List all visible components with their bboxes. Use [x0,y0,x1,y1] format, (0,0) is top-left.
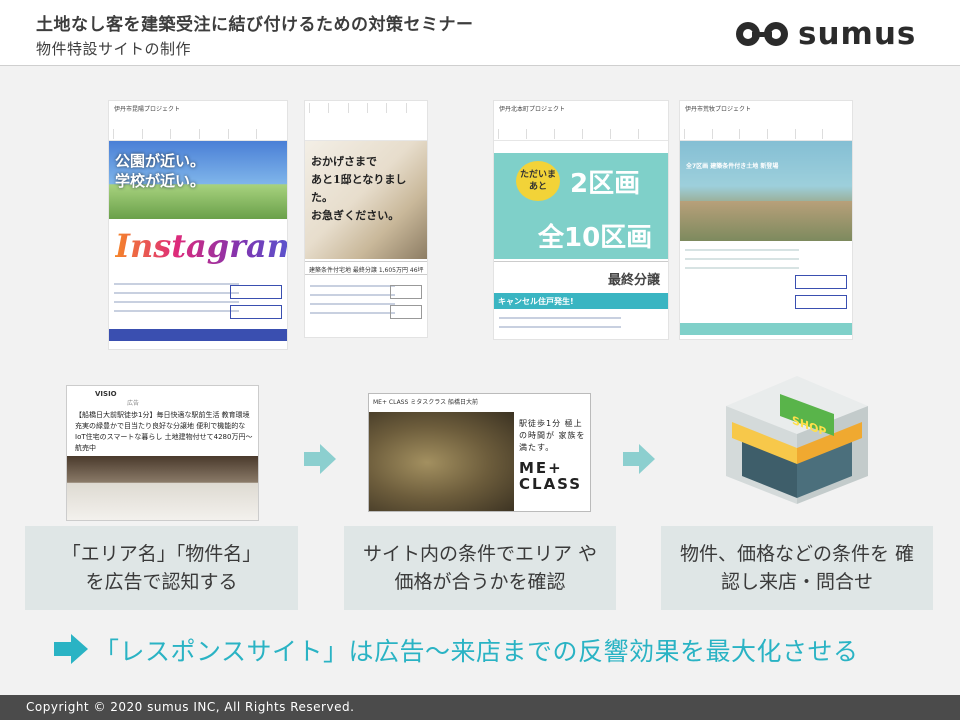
ad-interior-photo [67,456,258,520]
tagline: 「レスポンスサイト」は広告～来店までの反響効果を最大化させる [94,637,859,666]
step-1-caption: 「エリア名」「物件名」 を広告で認知する [25,526,298,610]
hero-line-2: あと1邸となりました。 [311,173,407,204]
thumbnail-big-text-2: 全10区画 [538,223,653,253]
thumbnail-news-list [499,317,621,335]
thumbnail-side-button [390,285,422,299]
ad-body-text: 【船橋日大前駅徒歩1分】毎日快適な駅前生活 教育環境充実の緑豊かで目当たり良好な… [75,411,253,452]
site-thumbnail-2: おかげさまで あと1邸となりました。 お急ぎください。 建築条件付宅地 最終分譲… [304,100,428,338]
sumus-logo: sumus [734,14,934,54]
hero-line-2: 学校が近い。 [115,172,206,190]
tagline-arrow-icon [54,634,88,664]
shop-icon: SHOP [726,376,868,504]
thumbnail-final-text: 最終分譲 [607,273,660,288]
thumbnail-header: 伊丹市荒牧プロジェクト [680,101,852,141]
logo-wordmark: sumus [798,16,917,52]
caption-text: サイト内の条件でエリア や価格が合うかを確認 [362,543,598,593]
site-thumbnail-4: 伊丹市荒牧プロジェクト 全7区画 建築条件付き土地 新登場 [679,100,853,340]
thumbnail-big-text-1: 2区画 [570,169,641,199]
hero-line-3: お急ぎください。 [311,209,400,222]
ad-image-visio: VISIO 広告 【船橋日大前駅徒歩1分】毎日快適な駅前生活 教育環境充実の緑豊… [66,385,259,521]
thumbnail-header: 伊丹市昆陽プロジェクト [109,101,287,141]
site-thumbnail-3: 伊丹北本町プロジェクト ただいまあと 2区画 全10区画 最終分譲 キャンセル住… [493,100,669,340]
thumbnail-header: 伊丹北本町プロジェクト [494,101,668,141]
thumbnail-side-button [795,275,847,289]
step-3-caption: 物件、価格などの条件を 確認し来店・問合せ [661,526,933,610]
slide-footer: Copyright © 2020 sumus INC, All Rights R… [0,695,960,720]
thumbnail-overlay-text: 全7区画 建築条件付き土地 新登場 [686,163,779,170]
ad-brand-sub: 広告 [127,400,140,407]
thumbnail-hero-overlay [680,141,852,201]
ad-header-bar: ME+ CLASS ミタスクラス 船橋日大前 [369,394,590,412]
ad-lifestyle-photo [369,412,514,511]
caption-text: 物件、価格などの条件を 確認し来店・問合せ [679,543,915,593]
ad-image-meclass: ME+ CLASS ミタスクラス 船橋日大前 駅徒歩1分 極上の時間が 家族を満… [368,393,591,512]
thumbnail-nav [680,129,852,141]
thumbnail-nav [494,129,668,141]
ad-logo: ME+ CLASS ミタスクラス 船橋日大前 [373,399,478,406]
ad-copy-text: 駅徒歩1分 極上の時間が 家族を満たす。 [519,419,586,452]
hero-line-1: おかげさまで [311,155,377,168]
caption-text: 「エリア名」「物件名」 を広告で認知する [61,543,262,593]
step-2-caption: サイト内の条件でエリア や価格が合うかを確認 [344,526,616,610]
arrow-right-icon [304,444,336,474]
copyright-text: Copyright © 2020 sumus INC, All Rights R… [26,700,355,714]
slide-subtitle: 物件特設サイトの制作 [36,40,192,58]
instagram-banner: Instagram [109,219,287,275]
thumbnail-nav [305,103,427,115]
thumbnail-footer-bar [109,329,287,341]
thumbnail-side-button [390,305,422,319]
slide-header: 土地なし客を建築受注に結び付けるための対策セミナー 物件特設サイトの制作 sum… [0,0,960,66]
thumbnail-site-title: 伊丹市荒牧プロジェクト [685,106,752,113]
thumbnail-site-title: 伊丹市昆陽プロジェクト [114,106,181,113]
thumbnail-news-list [114,283,239,319]
site-thumbnail-1: 伊丹市昆陽プロジェクト 公園が近い。 学校が近い。 Instagram [108,100,288,350]
thumbnail-cancel-banner: キャンセル住戸発生! [494,293,668,309]
thumbnail-yellow-badge: ただいまあと [516,161,560,201]
instagram-wordmark: Instagram [115,227,287,265]
thumbnail-price-band: 建築条件付宅地 最終分譲 1,605万円 46坪 [305,261,427,275]
thumbnail-side-button [230,305,282,319]
thumbnail-nav [109,129,287,141]
thumbnail-footer-bar [680,323,852,335]
arrow-right-icon [623,444,655,474]
sumus-logo-icon [736,22,788,46]
thumbnail-feature-list [685,249,799,276]
thumbnail-side-button [230,285,282,299]
thumbnail-news-list [310,285,396,321]
thumbnail-header [305,101,427,141]
price-band-text: 建築条件付宅地 最終分譲 1,605万円 46坪 [309,267,424,274]
slide-title: 土地なし客を建築受注に結び付けるための対策セミナー [36,15,474,35]
thumbnail-hero-text: 公園が近い。 学校が近い。 [115,151,205,191]
thumbnail-hero-text: おかげさまで あと1邸となりました。 お急ぎください。 [311,153,427,225]
ad-brand-mark: ME+ CLASS [519,459,583,493]
ad-brand: VISIO [95,390,117,398]
hero-line-1: 公園が近い。 [115,152,206,170]
thumbnail-side-button [795,295,847,309]
thumbnail-site-title: 伊丹北本町プロジェクト [499,106,566,113]
